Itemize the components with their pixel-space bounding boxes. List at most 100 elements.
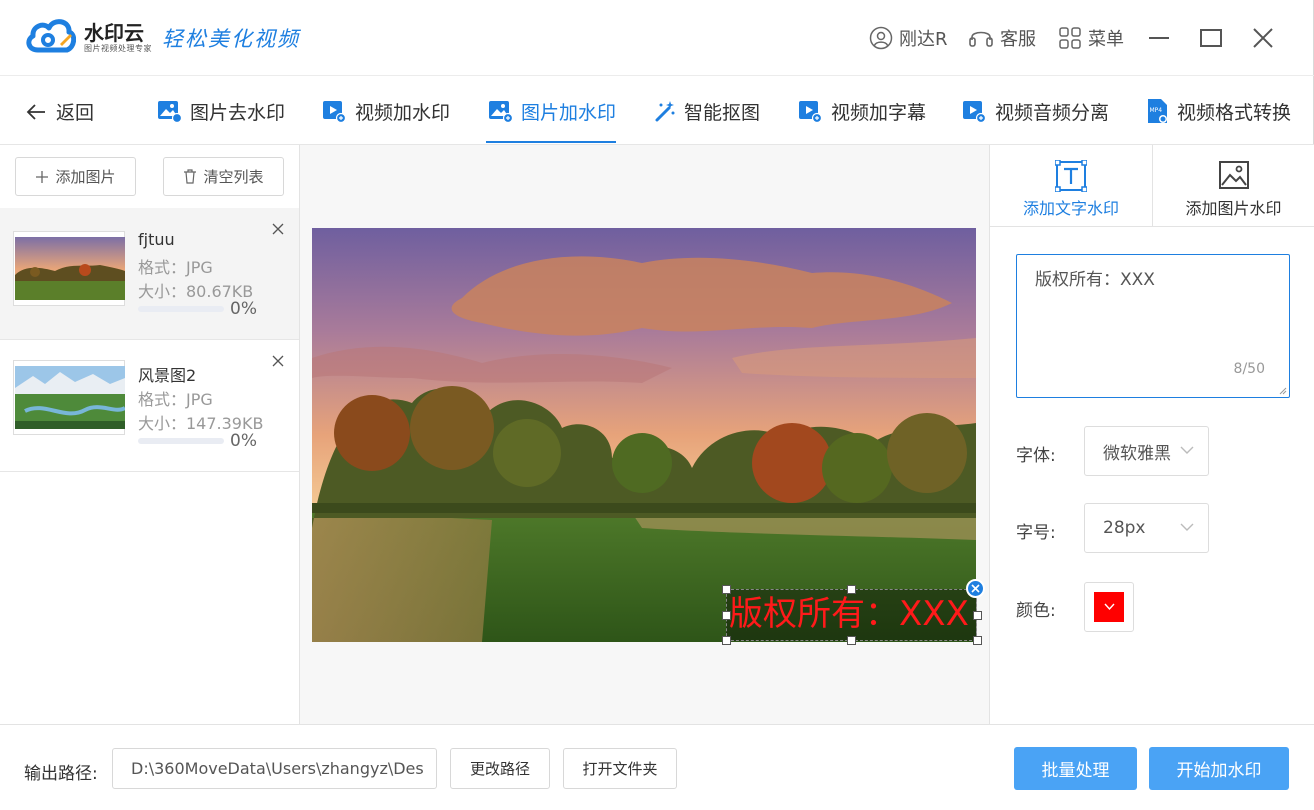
resize-handle[interactable] (722, 636, 731, 645)
user-name: 刚达R (899, 29, 948, 50)
output-path-input[interactable]: D:\360MoveData\Users\zhangyz\Des (112, 748, 437, 789)
resize-handle[interactable] (973, 636, 982, 645)
file-format: 格式：JPG (138, 258, 213, 277)
sunset-thumbnail-image (15, 237, 125, 300)
close-window-button[interactable] (1249, 24, 1277, 52)
batch-process-button[interactable]: 批量处理 (1014, 747, 1137, 790)
font-size-value: 28px (1103, 518, 1146, 538)
resize-handle[interactable] (847, 585, 856, 594)
file-thumbnail (13, 231, 125, 306)
delete-watermark-button[interactable] (966, 579, 985, 598)
list-item[interactable]: fjtuu 格式：JPG 大小：80.67KB 0% (0, 208, 299, 340)
remove-file-icon[interactable] (270, 221, 286, 237)
brand-subtitle: 图片视频处理专家 (84, 44, 152, 53)
file-name: 风景图2 (138, 366, 197, 385)
maximize-icon (1200, 29, 1222, 47)
tab-add-text-watermark[interactable]: 添加文字水印 (990, 145, 1152, 227)
tab-label: 智能抠图 (684, 101, 761, 124)
tab-label: 视频加水印 (355, 101, 451, 124)
font-size-select[interactable]: 28px (1084, 503, 1209, 553)
start-watermark-button[interactable]: 开始加水印 (1149, 747, 1289, 790)
image-icon (1219, 161, 1249, 189)
tab-label: 图片去水印 (190, 101, 286, 124)
tab-image-add-watermark[interactable]: 图片加水印 (488, 97, 616, 125)
output-path-value: D:\360MoveData\Users\zhangyz\Des (131, 759, 424, 778)
tab-label: 视频加字幕 (831, 101, 927, 124)
minimize-icon (1149, 37, 1169, 39)
close-icon (1253, 28, 1273, 48)
tab-label: 视频格式转换 (1177, 101, 1292, 124)
user-icon (869, 26, 893, 50)
file-format: 格式：JPG (138, 390, 213, 409)
chevron-down-icon (1180, 446, 1194, 454)
color-preview (1094, 592, 1124, 622)
clear-list-label: 清空列表 (203, 168, 264, 186)
file-progress-bar (138, 438, 224, 444)
resize-handle[interactable] (973, 611, 982, 620)
cloud-logo-icon (26, 19, 76, 53)
tab-label: 图片加水印 (521, 101, 617, 124)
preview-canvas: 版权所有：XXX (300, 145, 989, 724)
open-folder-button[interactable]: 打开文件夹 (563, 748, 677, 789)
file-progress-bar (138, 306, 224, 312)
magic-wand-icon (655, 101, 675, 122)
remove-file-icon[interactable] (270, 353, 286, 369)
watermark-settings-panel: 添加文字水印 添加图片水印 版权所有：XXX 8/50 字体: 微软雅黑 字号:… (989, 145, 1314, 724)
tab-image-remove-watermark[interactable]: 图片去水印 (157, 97, 285, 125)
resize-handle[interactable] (722, 585, 731, 594)
customer-service-label: 客服 (1000, 29, 1036, 50)
start-watermark-label: 开始加水印 (1176, 761, 1262, 781)
trash-icon (184, 169, 197, 184)
back-label: 返回 (56, 102, 95, 124)
watermark-text: 版权所有：XXX (729, 594, 969, 634)
chevron-down-icon (1103, 603, 1115, 611)
plus-icon (36, 170, 49, 183)
maximize-button[interactable] (1197, 24, 1225, 52)
watermark-text-input[interactable]: 版权所有：XXX 8/50 (1016, 254, 1290, 398)
close-icon (971, 584, 980, 593)
active-tab-indicator (486, 141, 616, 143)
text-icon (1055, 160, 1087, 192)
batch-process-label: 批量处理 (1041, 761, 1110, 781)
minimize-button[interactable] (1145, 24, 1173, 52)
tab-video-format-convert[interactable]: MP4 视频格式转换 (1146, 97, 1291, 125)
font-select[interactable]: 微软雅黑 (1084, 426, 1209, 476)
resize-grip-icon[interactable] (1279, 387, 1287, 395)
output-path-label: 输出路径: (24, 764, 98, 784)
back-button[interactable]: 返回 (26, 98, 94, 125)
tab-smart-cutout[interactable]: 智能抠图 (654, 97, 760, 125)
video-icon (323, 101, 347, 123)
video-icon (799, 101, 823, 123)
clear-list-button[interactable]: 清空列表 (163, 157, 284, 196)
font-value: 微软雅黑 (1103, 443, 1171, 464)
resize-handle[interactable] (847, 636, 856, 645)
headset-icon (969, 31, 993, 47)
add-image-button[interactable]: 添加图片 (15, 157, 136, 196)
grid-menu-icon (1059, 27, 1081, 49)
user-account[interactable]: 刚达R (869, 24, 948, 52)
watermark-layer[interactable]: 版权所有：XXX (726, 589, 977, 641)
tab-video-add-watermark[interactable]: 视频加水印 (322, 97, 450, 125)
slogan: 轻松美化视频 (162, 27, 300, 51)
app-window: 水印云 图片视频处理专家 轻松美化视频 刚达R 客服 菜单 返回 图片去水印 视… (0, 0, 1314, 810)
add-image-label: 添加图片 (55, 168, 116, 186)
list-item[interactable]: 风景图2 格式：JPG 大小：147.39KB 0% (0, 340, 299, 472)
tab-video-audio-separate[interactable]: 视频音频分离 (962, 97, 1109, 125)
color-label: 颜色: (1016, 601, 1056, 621)
customer-service-button[interactable]: 客服 (968, 24, 1036, 52)
font-label: 字体: (1016, 446, 1056, 466)
video-icon (963, 101, 987, 123)
file-list-panel: 添加图片 清空列表 fjtuu 格式：JPG 大小：80.67KB 0% 风景图… (0, 145, 300, 724)
resize-handle[interactable] (722, 611, 731, 620)
menu-label: 菜单 (1088, 29, 1124, 50)
tab-add-image-watermark[interactable]: 添加图片水印 (1152, 145, 1314, 227)
color-picker[interactable] (1084, 582, 1134, 632)
change-path-button[interactable]: 更改路径 (450, 748, 550, 789)
watermark-text-value: 版权所有：XXX (1035, 270, 1155, 290)
tab-label: 添加图片水印 (1185, 199, 1282, 218)
char-counter: 8/50 (1233, 361, 1265, 377)
open-folder-label: 打开文件夹 (582, 760, 658, 778)
menu-button[interactable]: 菜单 (1058, 24, 1124, 52)
tab-video-add-subtitles[interactable]: 视频加字幕 (798, 97, 926, 125)
landscape-thumbnail-image (15, 366, 125, 429)
